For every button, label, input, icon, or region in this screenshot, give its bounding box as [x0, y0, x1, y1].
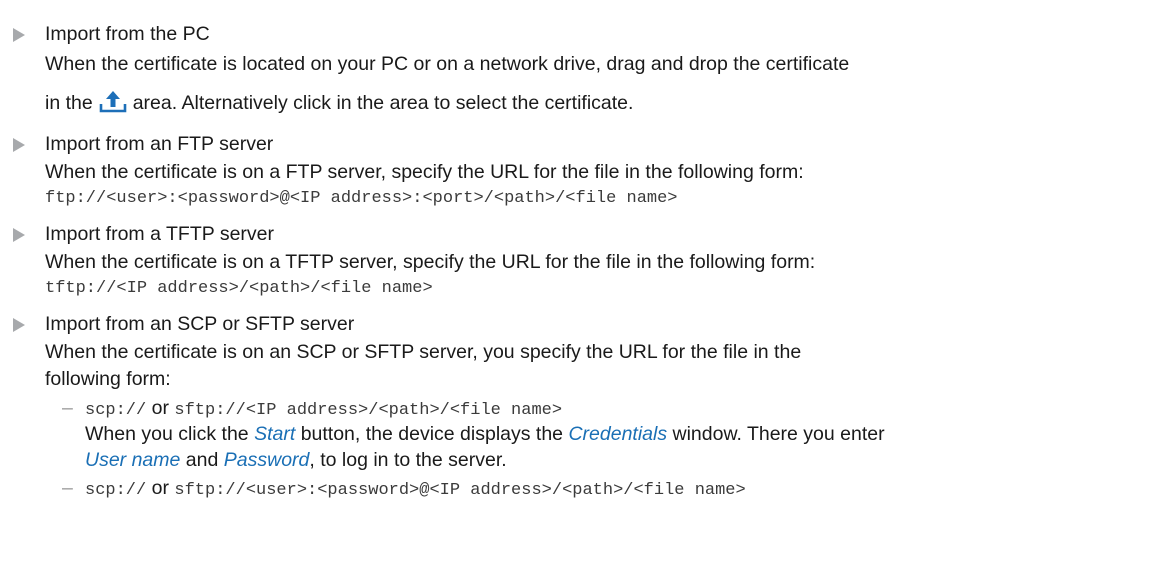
sub-item-url: scp:// or sftp://<user>:<password>@<IP a…	[85, 477, 746, 500]
item-description-line2: following form:	[45, 368, 171, 390]
item-description: When the certificate is located on your …	[45, 53, 850, 75]
item-heading: Import from the PC	[45, 23, 210, 45]
bullet-triangle-icon	[13, 138, 25, 152]
sub-item-url: scp:// or sftp://<IP address>/<path>/<fi…	[85, 397, 563, 420]
start-button-ref: Start	[254, 423, 296, 445]
item-description: When the certificate is on a FTP server,…	[45, 161, 804, 183]
item-description: When the certificate is on an SCP or SFT…	[45, 341, 802, 363]
sub-item-note: When you click the Start button, the dev…	[85, 423, 885, 445]
item-description: When the certificate is on a TFTP server…	[45, 251, 816, 273]
upload-icon	[99, 89, 127, 113]
bullet-triangle-icon	[13, 318, 25, 332]
bullet-triangle-icon	[13, 228, 25, 242]
item-heading: Import from an FTP server	[45, 133, 274, 155]
url-format-code: ftp://<user>:<password>@<IP address>:<po…	[45, 189, 678, 208]
sub-bullet-dash: –	[62, 397, 73, 419]
credentials-window-ref: Credentials	[568, 423, 668, 445]
item-heading: Import from an SCP or SFTP server	[45, 313, 355, 335]
item-heading: Import from a TFTP server	[45, 223, 274, 245]
user-name-field-ref: User name	[85, 449, 181, 471]
bullet-triangle-icon	[13, 28, 25, 42]
sub-item-note-line2: User name and Password, to log in to the…	[85, 449, 507, 471]
sub-bullet-dash: –	[62, 477, 73, 499]
url-format-code: tftp://<IP address>/<path>/<file name>	[45, 279, 433, 298]
password-field-ref: Password	[223, 449, 310, 471]
item-description-line2: in the area. Alternatively click in the …	[45, 89, 633, 116]
document-page: Import from the PC When the certificate …	[0, 0, 1153, 565]
